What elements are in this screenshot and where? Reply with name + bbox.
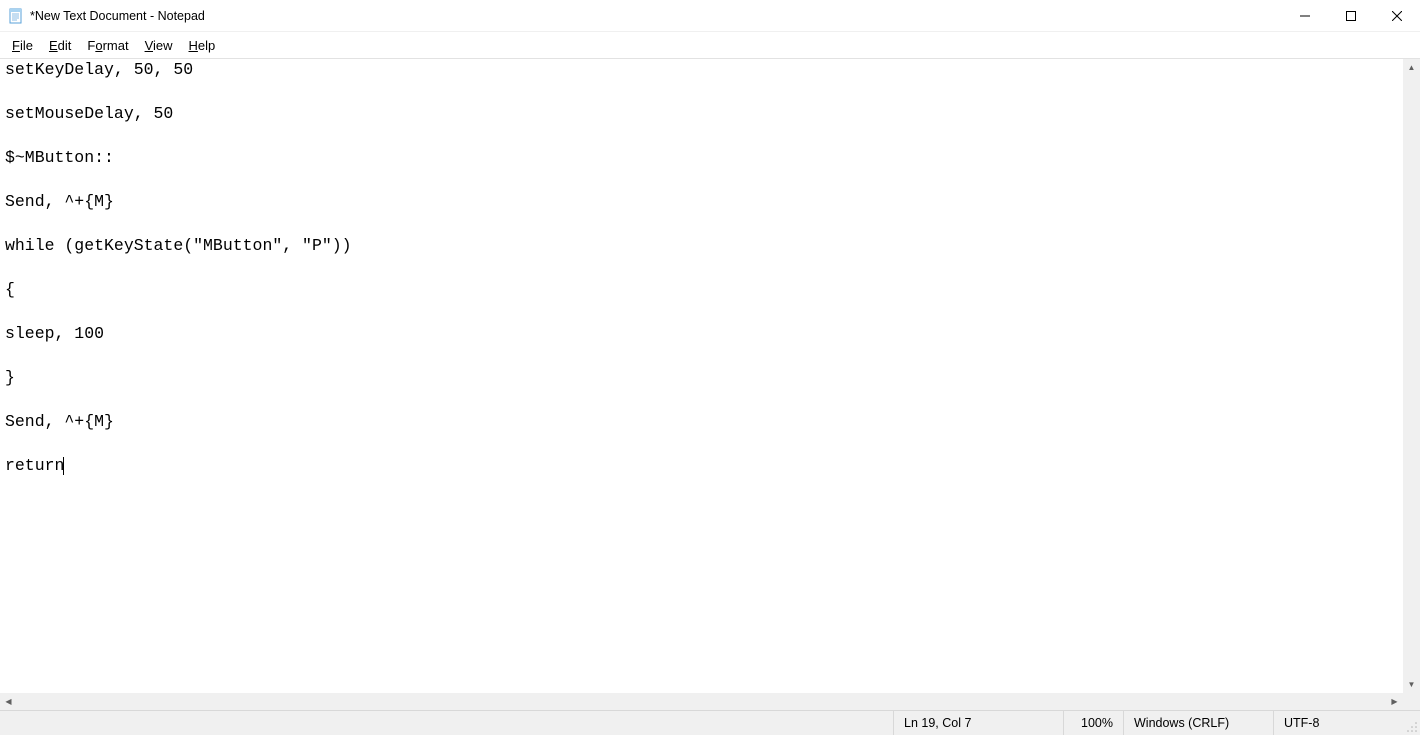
menu-file[interactable]: File (4, 35, 41, 56)
status-encoding: UTF-8 (1273, 711, 1403, 735)
window-title: *New Text Document - Notepad (30, 9, 1282, 23)
notepad-icon (8, 8, 24, 24)
menubar: File Edit Format View Help (0, 32, 1420, 59)
scroll-corner (1403, 693, 1420, 710)
minimize-button[interactable] (1282, 0, 1328, 31)
scroll-left-arrow[interactable]: ◀ (0, 693, 17, 710)
maximize-button[interactable] (1328, 0, 1374, 31)
menu-edit[interactable]: Edit (41, 35, 79, 56)
window-controls (1282, 0, 1420, 31)
vertical-scroll-track[interactable] (1403, 76, 1420, 676)
titlebar: *New Text Document - Notepad (0, 0, 1420, 32)
status-cursor-position: Ln 19, Col 7 (893, 711, 1063, 735)
vertical-scrollbar[interactable]: ▲ ▼ (1403, 59, 1420, 693)
menu-help[interactable]: Help (181, 35, 224, 56)
horizontal-scroll-track[interactable] (17, 693, 1386, 710)
horizontal-scrollbar[interactable]: ◀ ▶ (0, 693, 1403, 710)
text-editor[interactable]: setKeyDelay, 50, 50 setMouseDelay, 50 $~… (0, 59, 1420, 693)
resize-grip[interactable] (1403, 711, 1420, 735)
status-zoom: 100% (1063, 711, 1123, 735)
scroll-right-arrow[interactable]: ▶ (1386, 693, 1403, 710)
scroll-down-arrow[interactable]: ▼ (1403, 676, 1420, 693)
menu-format[interactable]: Format (79, 35, 136, 56)
statusbar: Ln 19, Col 7 100% Windows (CRLF) UTF-8 (0, 710, 1420, 735)
close-button[interactable] (1374, 0, 1420, 31)
editor-wrap: setKeyDelay, 50, 50 setMouseDelay, 50 $~… (0, 59, 1420, 710)
menu-view[interactable]: View (137, 35, 181, 56)
scroll-up-arrow[interactable]: ▲ (1403, 59, 1420, 76)
status-spacer (0, 711, 893, 735)
status-line-ending: Windows (CRLF) (1123, 711, 1273, 735)
